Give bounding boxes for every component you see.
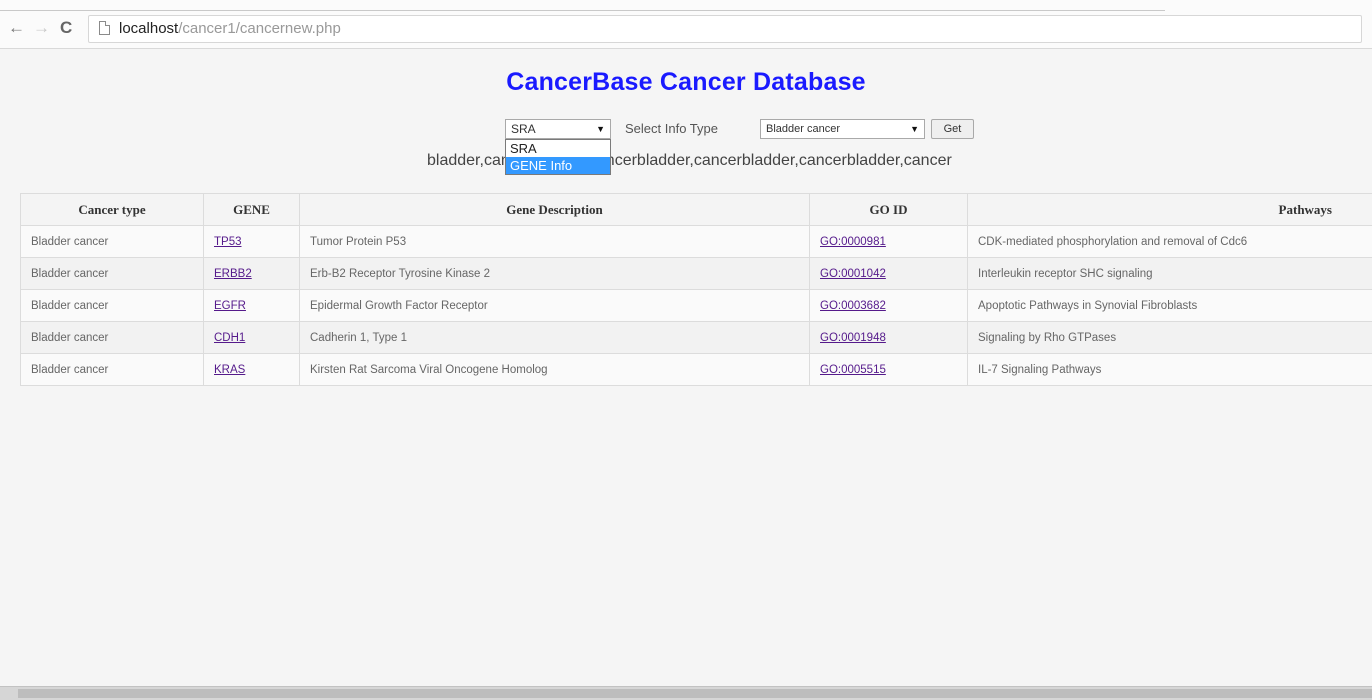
page-title: CancerBase Cancer Database [0,68,1372,97]
cell-pathways: Apoptotic Pathways in Synovial Fibroblas… [968,290,1372,322]
info-select[interactable]: SRA ▼ [505,119,611,139]
cell-gene-description: Epidermal Growth Factor Receptor [300,290,810,322]
cell-go-id: GO:0001042 [810,258,968,290]
cell-gene: EGFR [204,290,300,322]
table-row: Bladder cancer KRAS Kirsten Rat Sarcoma … [21,354,1372,386]
cell-pathways: CDK-mediated phosphorylation and removal… [968,226,1372,258]
gene-link[interactable]: TP53 [214,236,242,248]
tab-strip-line [0,10,1165,11]
header-go-id: GO ID [810,194,968,226]
gene-link[interactable]: EGFR [214,300,246,312]
info-select-value: SRA [511,122,536,136]
header-pathways: Pathways [968,194,1372,226]
cell-gene-description: Tumor Protein P53 [300,226,810,258]
header-gene: GENE [204,194,300,226]
forward-arrow-icon[interactable]: → [33,18,50,38]
page-icon [99,21,110,35]
gene-link[interactable]: KRAS [214,364,245,376]
info-select-dropdown[interactable]: SRA GENE Info [505,139,611,175]
cell-go-id: GO:0003682 [810,290,968,322]
table-header-row: Cancer type GENE Gene Description GO ID … [21,194,1372,226]
cancer-type-select-value: Bladder cancer [766,123,840,135]
cell-pathways: Interleukin receptor SHC signaling [968,258,1372,290]
dropdown-arrow-icon: ▼ [596,120,605,138]
url-text[interactable]: localhost/cancer1/cancernew.php [119,20,341,37]
gene-link[interactable]: ERBB2 [214,268,252,280]
get-button[interactable]: Get [931,119,974,139]
table-row: Bladder cancer ERBB2 Erb-B2 Receptor Tyr… [21,258,1372,290]
url-path: /cancer1/cancernew.php [178,20,341,37]
browser-toolbar: ← → C localhost/cancer1/cancernew.php [0,0,1372,49]
gene-table: Cancer type GENE Gene Description GO ID … [20,193,1372,386]
cell-gene: ERBB2 [204,258,300,290]
horizontal-scrollbar[interactable] [0,686,1372,700]
go-id-link[interactable]: GO:0005515 [820,364,886,376]
dropdown-option-sra[interactable]: SRA [506,140,610,157]
gene-link[interactable]: CDH1 [214,332,245,344]
cell-cancer-type: Bladder cancer [21,226,204,258]
cell-go-id: GO:0000981 [810,226,968,258]
cell-pathways: Signaling by Rho GTPases [968,322,1372,354]
cell-gene-description: Kirsten Rat Sarcoma Viral Oncogene Homol… [300,354,810,386]
back-arrow-icon[interactable]: ← [8,18,25,38]
cell-gene-description: Erb-B2 Receptor Tyrosine Kinase 2 [300,258,810,290]
cell-gene: KRAS [204,354,300,386]
url-host: localhost [119,20,178,37]
table-row: Bladder cancer EGFR Epidermal Growth Fac… [21,290,1372,322]
cell-go-id: GO:0005515 [810,354,968,386]
cell-gene: CDH1 [204,322,300,354]
address-bar[interactable]: localhost/cancer1/cancernew.php [88,15,1362,43]
cancer-type-select[interactable]: Bladder cancer ▼ [760,119,925,139]
reload-icon[interactable]: C [60,18,72,38]
cell-cancer-type: Bladder cancer [21,322,204,354]
scrollbar-thumb[interactable] [18,689,1372,698]
cell-gene: TP53 [204,226,300,258]
cell-cancer-type: Bladder cancer [21,354,204,386]
select-info-type-label: Select Info Type [625,121,718,136]
cell-go-id: GO:0001948 [810,322,968,354]
header-cancer-type: Cancer type [21,194,204,226]
go-id-link[interactable]: GO:0003682 [820,300,886,312]
dropdown-arrow-icon: ▼ [910,120,919,138]
go-id-link[interactable]: GO:0000981 [820,236,886,248]
cell-cancer-type: Bladder cancer [21,290,204,322]
table-row: Bladder cancer CDH1 Cadherin 1, Type 1 G… [21,322,1372,354]
cell-gene-description: Cadherin 1, Type 1 [300,322,810,354]
header-gene-description: Gene Description [300,194,810,226]
dropdown-option-gene-info[interactable]: GENE Info [506,157,610,174]
cell-pathways: IL-7 Signaling Pathways [968,354,1372,386]
table-row: Bladder cancer TP53 Tumor Protein P53 GO… [21,226,1372,258]
cell-cancer-type: Bladder cancer [21,258,204,290]
go-id-link[interactable]: GO:0001042 [820,268,886,280]
go-id-link[interactable]: GO:0001948 [820,332,886,344]
